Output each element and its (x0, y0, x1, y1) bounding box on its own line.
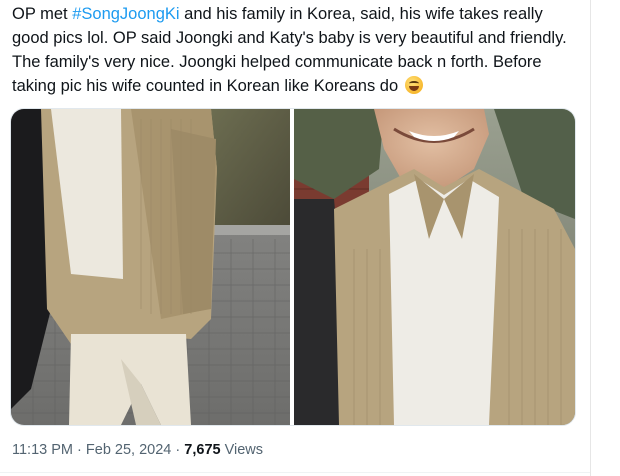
photo-1[interactable] (11, 109, 290, 425)
views-count: 7,675 (184, 442, 221, 458)
tweet-text-part-1: OP met (12, 5, 73, 23)
views-stat: 7,675 Views (184, 442, 263, 458)
hashtag-link[interactable]: #SongJoongKi (72, 5, 179, 23)
grinning-squinting-face-emoji-icon (404, 76, 423, 94)
tweet-date: Feb 25, 2024 (85, 442, 172, 458)
tweet-time: 11:13 PM (12, 442, 73, 458)
meta-separator-2: · (175, 442, 181, 458)
tweet-meta: 11:13 PM · Feb 25, 2024 · 7,675 Views (12, 442, 263, 458)
tweet-divider (0, 472, 590, 473)
photo-2[interactable] (294, 109, 575, 425)
tweet-media-grid (10, 108, 576, 426)
tweet-time-link[interactable]: 11:13 PM · Feb 25, 2024 (12, 442, 171, 458)
meta-separator: · (77, 442, 82, 458)
tweet-text: OP met #SongJoongKi and his family in Ko… (12, 2, 572, 98)
views-label: Views (224, 442, 264, 458)
timeline-divider (590, 0, 591, 476)
